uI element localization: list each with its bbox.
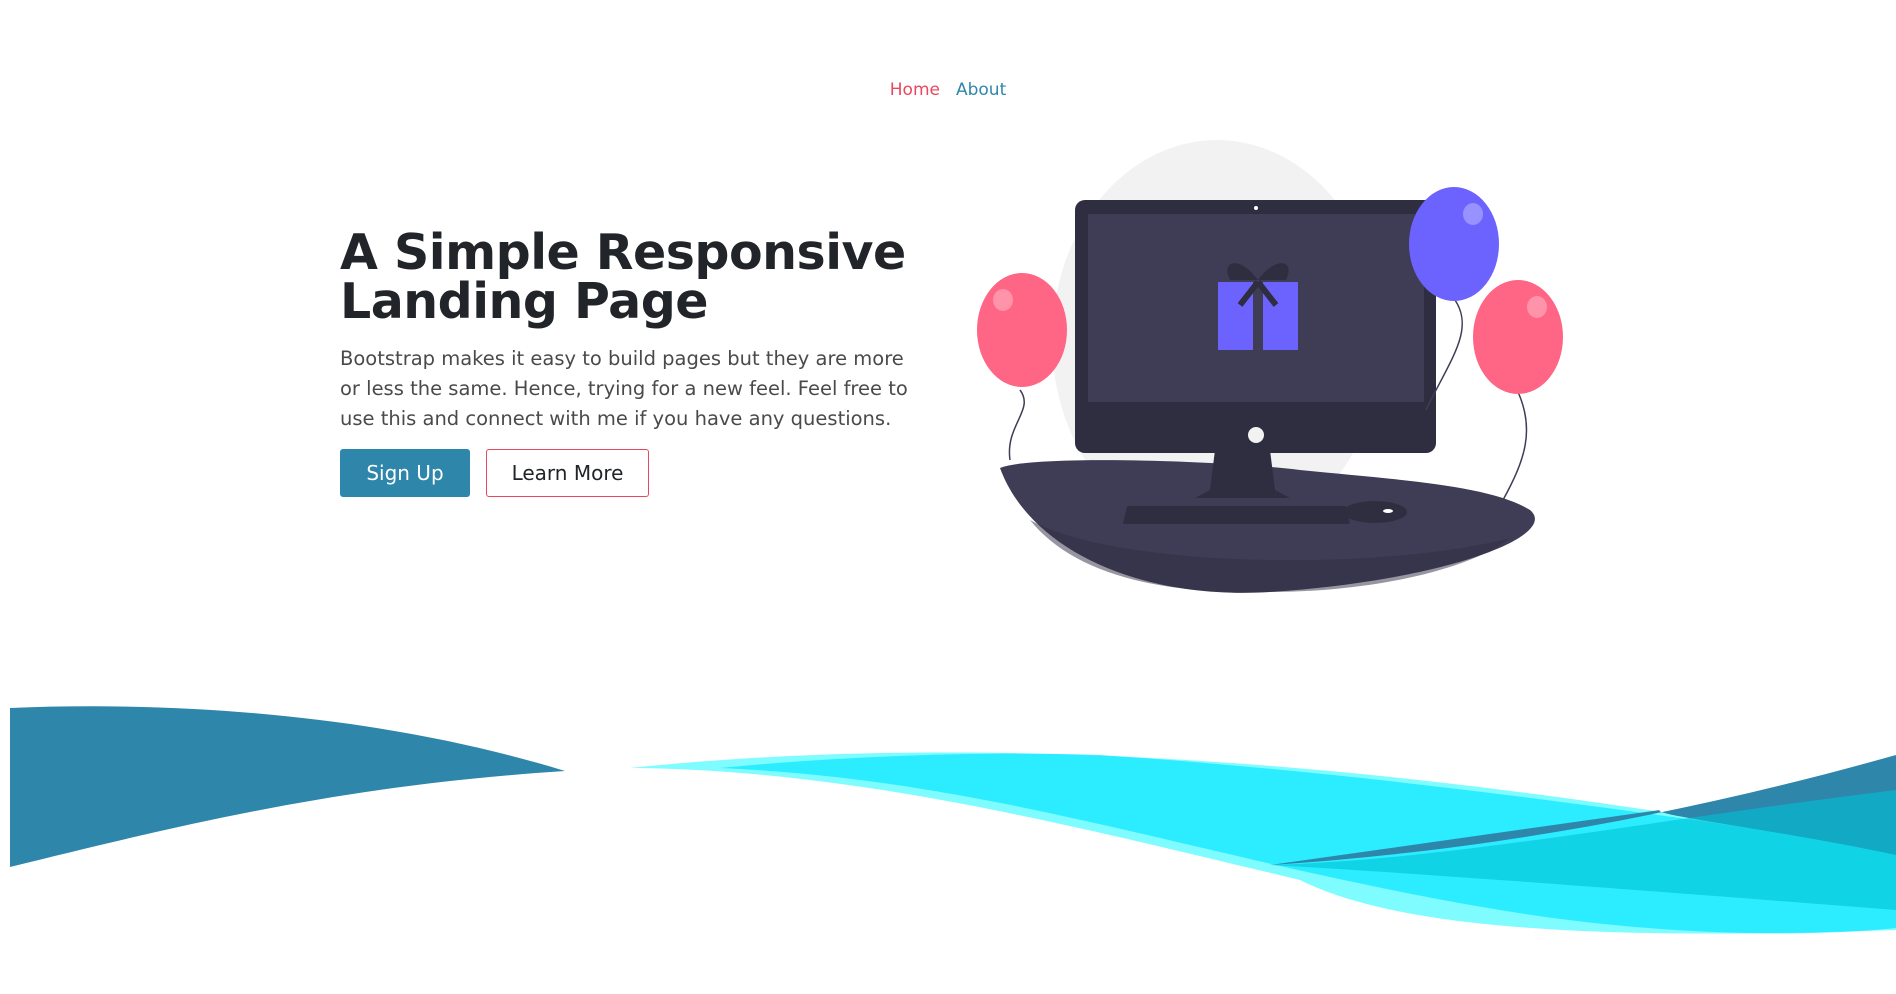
wave-footer xyxy=(10,706,1896,934)
mouse-highlight xyxy=(1383,509,1393,513)
computer-gift-balloons-illustration xyxy=(977,140,1563,593)
learn-more-button[interactable]: Learn More xyxy=(486,449,649,497)
balloon-left xyxy=(977,273,1067,387)
top-nav: Home About xyxy=(0,80,1896,104)
hero-title-line2: Landing Page xyxy=(340,273,709,330)
hero-title: A Simple Responsive Landing Page xyxy=(340,228,940,326)
power-button xyxy=(1248,427,1264,443)
balloon-purple xyxy=(1409,187,1499,301)
landing-page: Home About A Simple Responsive Landing P… xyxy=(0,0,1896,994)
hero-description: Bootstrap makes it easy to build pages b… xyxy=(340,347,908,430)
camera-dot xyxy=(1254,206,1258,210)
balloon-right-shine xyxy=(1527,296,1547,318)
balloon-left-shine xyxy=(993,289,1013,311)
gift-ribbon xyxy=(1253,282,1263,350)
hero-buttons: Sign Up Learn More xyxy=(340,449,649,497)
balloon-right xyxy=(1473,280,1563,394)
nav-link-about[interactable]: About xyxy=(956,80,1006,104)
balloon-purple-shine xyxy=(1463,203,1483,225)
hero-text: A Simple Responsive Landing Page Bootstr… xyxy=(340,228,940,434)
computer-mouse xyxy=(1343,501,1407,523)
keyboard xyxy=(1123,506,1350,524)
balloon-string-left xyxy=(1008,389,1025,461)
balloon-string-right xyxy=(1502,391,1528,501)
sign-up-button[interactable]: Sign Up xyxy=(340,449,470,497)
nav-link-home[interactable]: Home xyxy=(890,80,940,104)
wave-blue-left xyxy=(10,706,565,867)
